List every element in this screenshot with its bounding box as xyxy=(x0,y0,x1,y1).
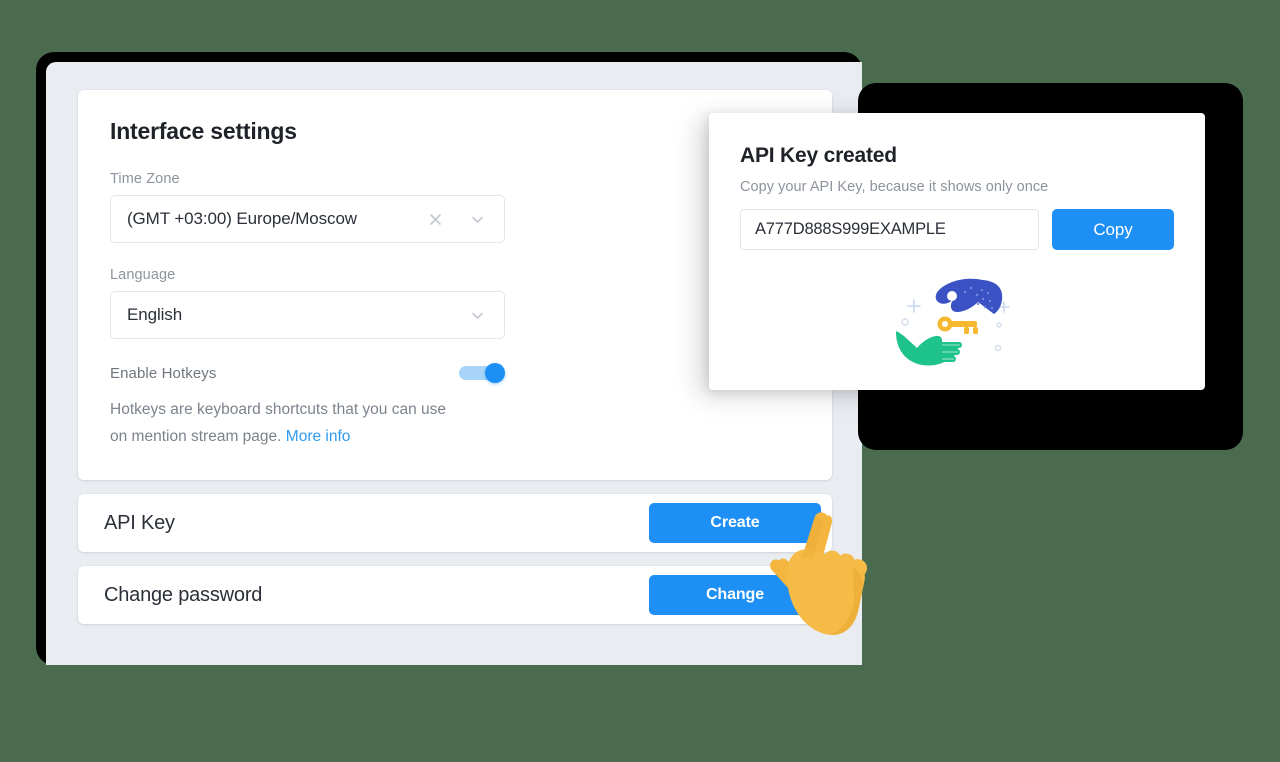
key-icon xyxy=(937,316,978,334)
create-api-key-button[interactable]: Create xyxy=(649,503,821,544)
enable-hotkeys-row: Enable Hotkeys xyxy=(110,363,505,383)
page-title: Interface settings xyxy=(110,118,297,144)
api-key-input[interactable] xyxy=(740,209,1039,250)
toggle-knob xyxy=(485,363,505,383)
field-time-zone: Time Zone (GMT +03:00) Europe/Moscow xyxy=(110,171,800,243)
more-info-link[interactable]: More info xyxy=(286,428,351,445)
field-language: Language English xyxy=(110,267,800,339)
api-key-row: API Key Create xyxy=(78,494,832,553)
language-select[interactable]: English xyxy=(110,291,505,339)
hotkeys-description: Hotkeys are keyboard shortcuts that you … xyxy=(110,397,450,450)
change-password-button[interactable]: Change xyxy=(649,575,821,616)
language-value: English xyxy=(127,305,183,324)
chevron-down-icon[interactable] xyxy=(464,206,490,232)
hotkeys-description-text: Hotkeys are keyboard shortcuts that you … xyxy=(110,401,447,445)
api-key-copy-row: Copy xyxy=(740,209,1174,250)
language-label: Language xyxy=(110,267,176,283)
close-x-icon[interactable] xyxy=(422,206,448,232)
time-zone-value: (GMT +03:00) Europe/Moscow xyxy=(127,209,357,228)
blue-hand xyxy=(935,278,1003,314)
chevron-down-icon[interactable] xyxy=(464,302,490,328)
change-password-row-label: Change password xyxy=(104,583,263,606)
hands-exchanging-key-illustration xyxy=(896,278,1010,366)
enable-hotkeys-label: Enable Hotkeys xyxy=(110,364,217,382)
change-password-row: Change password Change xyxy=(78,566,832,625)
enable-hotkeys-toggle[interactable] xyxy=(459,363,505,383)
modal-subtitle: Copy your API Key, because it shows only… xyxy=(740,179,1049,195)
api-key-created-modal: API Key created Copy your API Key, becau… xyxy=(709,113,1205,390)
copy-button[interactable]: Copy xyxy=(1052,209,1174,250)
time-zone-label: Time Zone xyxy=(110,171,180,187)
modal-title: API Key created xyxy=(740,144,897,167)
api-key-row-label: API Key xyxy=(104,511,175,534)
green-hand xyxy=(896,331,962,366)
time-zone-select[interactable]: (GMT +03:00) Europe/Moscow xyxy=(110,195,505,243)
